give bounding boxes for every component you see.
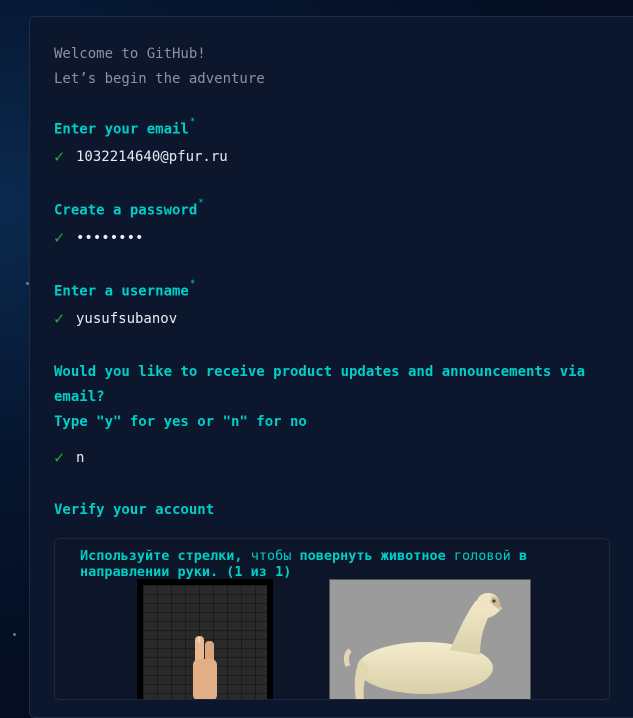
dog-icon — [330, 580, 530, 699]
username-label-text: Enter a username — [54, 283, 189, 300]
username-field[interactable]: ✓ yusufsubanov — [54, 309, 177, 329]
password-field[interactable]: ✓ •••••••• — [54, 228, 143, 248]
required-mark: * — [198, 198, 204, 208]
check-icon: ✓ — [54, 228, 65, 248]
password-label-text: Create a password — [54, 202, 198, 219]
email-field[interactable]: ✓ 1032214640@pfur.ru — [54, 147, 228, 167]
required-mark: * — [189, 117, 196, 127]
updates-question: Would you like to receive product update… — [54, 364, 586, 405]
password-label: Create a password* — [54, 198, 204, 219]
email-label: Enter your email* — [54, 117, 195, 138]
subtitle-text: Let’s begin the adventure — [54, 71, 265, 87]
password-value[interactable]: •••••••• — [76, 230, 143, 246]
updates-hint: Type "y" for yes or "n" for no — [54, 414, 307, 430]
captcha-text-part: повернуть животное — [299, 548, 446, 564]
username-value[interactable]: yusufsubanov — [76, 311, 177, 327]
email-value[interactable]: 1032214640@pfur.ru — [76, 149, 228, 165]
verify-label: Verify your account — [54, 502, 215, 518]
email-label-text: Enter your email — [54, 121, 189, 138]
updates-value[interactable]: n — [76, 450, 84, 466]
star-decoration — [13, 633, 16, 636]
captcha-text-part: головой — [445, 548, 519, 564]
check-icon: ✓ — [54, 309, 65, 329]
captcha-text-part: Используйте стрелки, — [80, 548, 243, 564]
captcha-container: Используйте стрелки, чтобы повернуть жив… — [54, 538, 610, 700]
pointing-hand-icon — [193, 636, 217, 699]
animal-image[interactable] — [329, 579, 531, 699]
captcha-text-part: чтобы — [242, 548, 300, 564]
updates-field[interactable]: ✓ n — [54, 448, 84, 468]
required-mark: * — [189, 279, 196, 289]
captcha-instructions: Используйте стрелки, чтобы повернуть жив… — [80, 548, 580, 580]
check-icon: ✓ — [54, 448, 65, 468]
hand-image — [137, 579, 273, 699]
check-icon: ✓ — [54, 147, 65, 167]
username-label: Enter a username* — [54, 279, 195, 300]
welcome-text: Welcome to GitHub! — [54, 46, 206, 62]
